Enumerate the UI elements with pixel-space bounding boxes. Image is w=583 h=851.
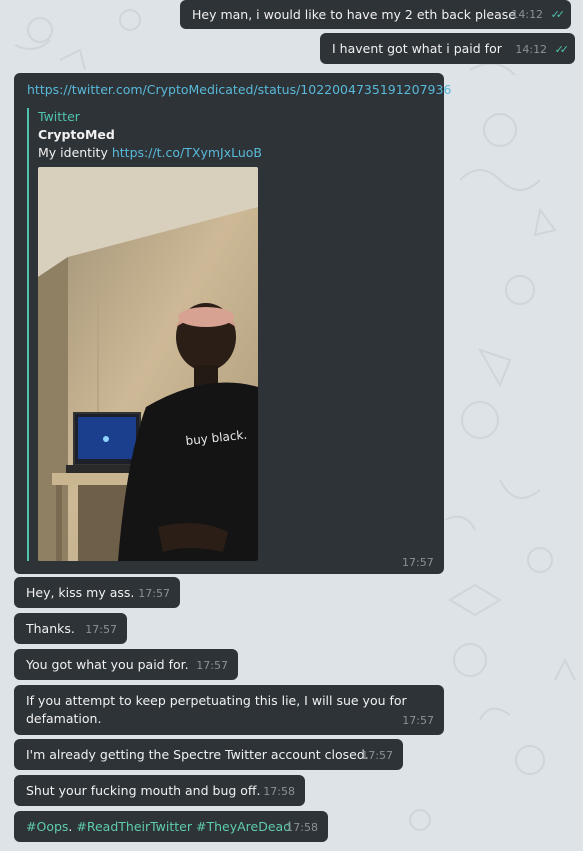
message-time: 17:57	[402, 556, 434, 569]
hashtag-they-are-dead[interactable]: #TheyAreDead	[196, 819, 291, 834]
link-preview-site: Twitter	[38, 109, 80, 124]
message-link[interactable]: https://twitter.com/CryptoMedicated/stat…	[27, 81, 451, 99]
message-time: 14:12	[511, 8, 544, 21]
message-text: Thanks.	[26, 621, 75, 636]
link-preview-text: My identity	[38, 145, 108, 160]
message-time: 17:58	[263, 785, 295, 798]
link-preview-title: CryptoMed	[38, 127, 115, 142]
incoming-message[interactable]: Hey, kiss my ass. 17:57	[14, 577, 180, 608]
message-text-continued: defamation.	[26, 711, 102, 726]
message-meta: 14:12 ✓✓	[515, 41, 570, 59]
incoming-message[interactable]: You got what you paid for. 17:57	[14, 649, 238, 680]
read-receipt-icon: ✓✓	[554, 43, 570, 56]
link-preview-description: My identity https://t.co/TXymJxLuoB	[38, 145, 262, 160]
message-time: 17:58	[286, 821, 318, 834]
message-text: I havent got what i paid for	[332, 41, 502, 56]
message-time: 17:57	[138, 587, 170, 600]
message-time: 17:57	[402, 714, 434, 727]
link-preview-photo[interactable]: buy black.	[38, 167, 258, 561]
hashtag-read-their-twitter[interactable]: #ReadTheirTwitter	[76, 819, 192, 834]
message-text: If you attempt to keep perpetuating this…	[26, 693, 407, 708]
message-time: 17:57	[85, 623, 117, 636]
message-text: Shut your fucking mouth and bug off.	[26, 783, 261, 798]
hashtag-oops[interactable]: #Oops	[26, 819, 68, 834]
outgoing-message[interactable]: Hey man, i would like to have my 2 eth b…	[180, 0, 571, 29]
outgoing-message[interactable]: I havent got what i paid for 14:12 ✓✓	[320, 33, 575, 64]
message-time: 17:57	[361, 749, 393, 762]
read-receipt-icon: ✓✓	[550, 8, 566, 21]
incoming-message[interactable]: Thanks. 17:57	[14, 613, 127, 644]
message-text: Hey, kiss my ass.	[26, 585, 135, 600]
message-text: You got what you paid for.	[26, 657, 189, 672]
incoming-message[interactable]: If you attempt to keep perpetuating this…	[14, 685, 444, 735]
incoming-hashtag-message[interactable]: #Oops. #ReadTheirTwitter #TheyAreDead 17…	[14, 811, 328, 842]
message-text: Hey man, i would like to have my 2 eth b…	[192, 7, 516, 22]
message-time: 14:12	[515, 43, 548, 56]
message-meta: 14:12 ✓✓	[511, 6, 566, 24]
incoming-message[interactable]: Shut your fucking mouth and bug off. 17:…	[14, 775, 305, 806]
incoming-message[interactable]: I'm already getting the Spectre Twitter …	[14, 739, 403, 770]
message-text: I'm already getting the Spectre Twitter …	[26, 747, 369, 762]
person-photo-illustration: buy black.	[38, 167, 258, 561]
link-preview-url[interactable]: https://t.co/TXymJxLuoB	[112, 145, 262, 160]
message-time: 17:57	[196, 659, 228, 672]
